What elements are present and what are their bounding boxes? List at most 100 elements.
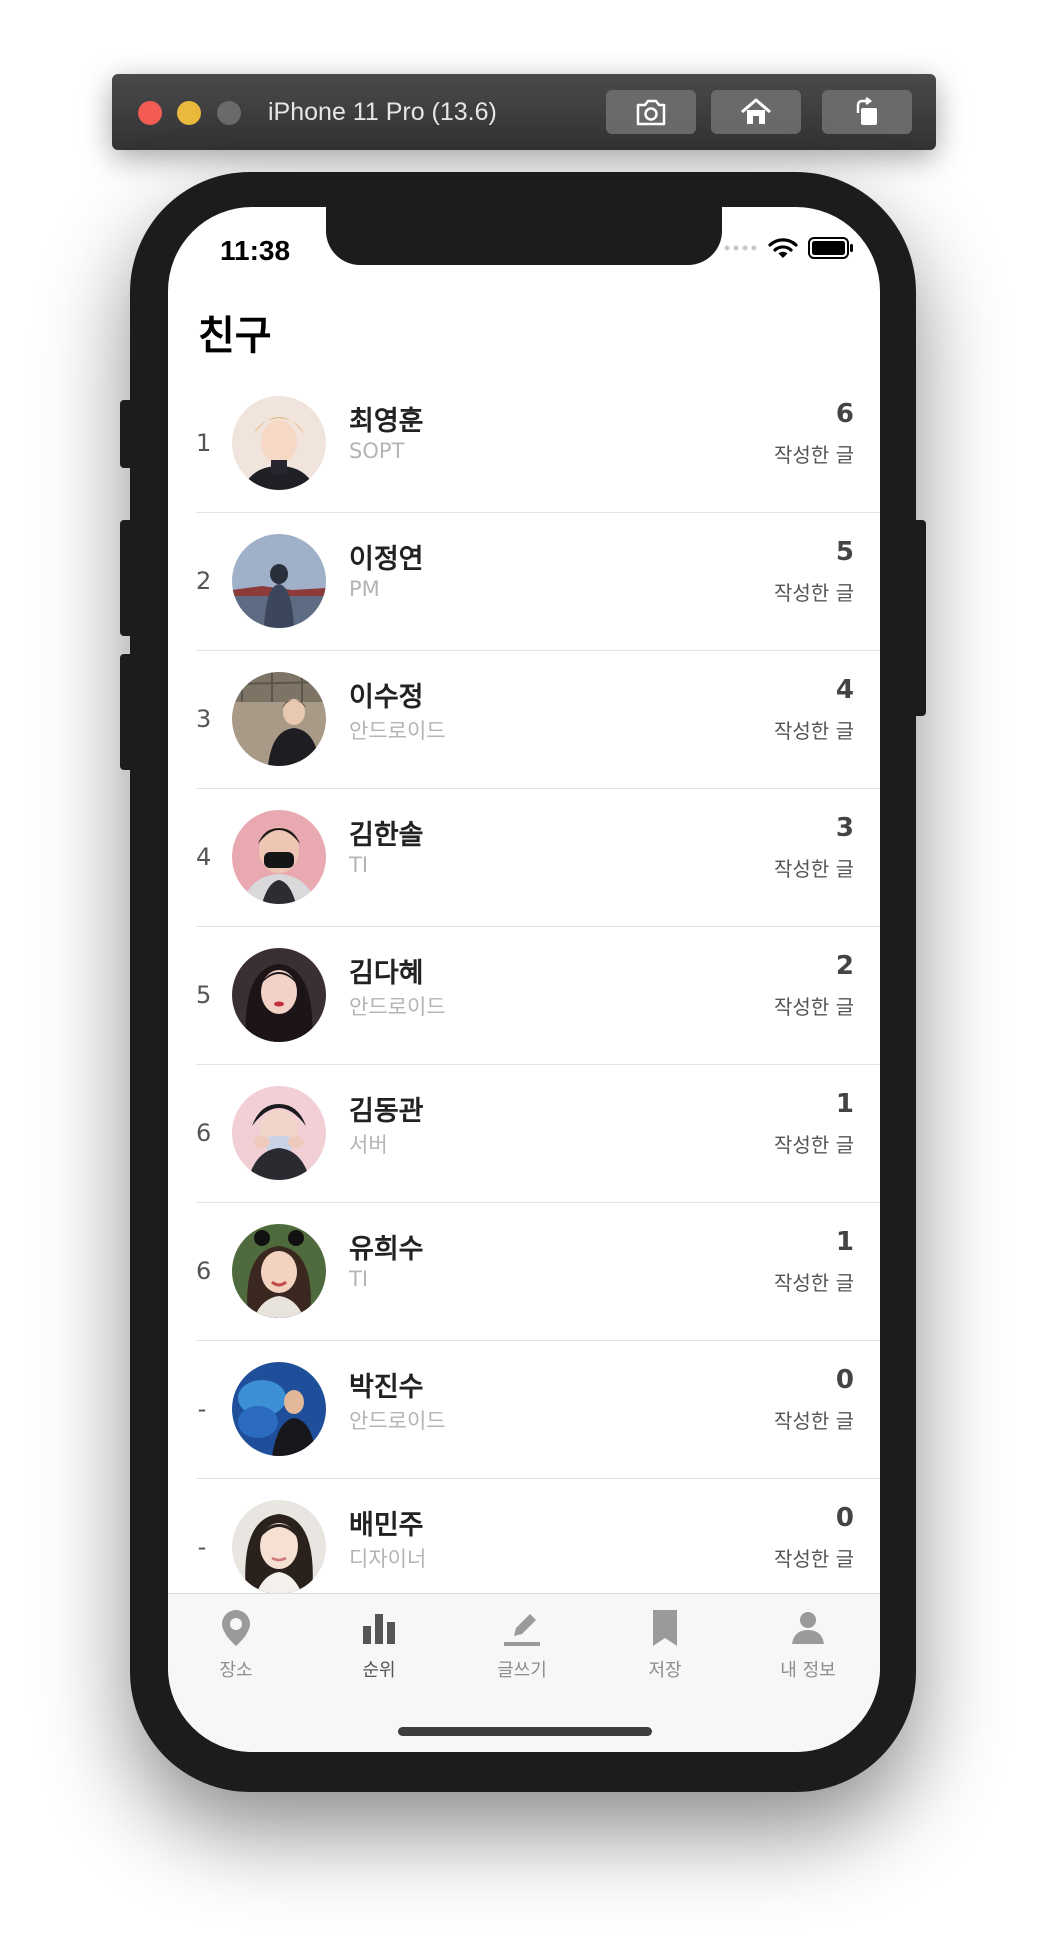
friend-dept: 디자이너 xyxy=(349,1547,427,1571)
avatar xyxy=(232,534,326,628)
friend-dept: 안드로이드 xyxy=(349,719,446,743)
post-count: 4 xyxy=(835,675,854,705)
friend-row[interactable]: 2 이정연 PM 5 작성한 글 xyxy=(196,513,880,651)
tab-ranking[interactable]: 순위 xyxy=(319,1608,439,1688)
close-window-button[interactable] xyxy=(138,101,162,125)
friend-name: 이정연 xyxy=(349,544,424,575)
cellular-signal-icon xyxy=(724,245,757,251)
camera-icon xyxy=(636,99,666,126)
friend-row[interactable]: 6 김동관 서버 1 작성한 글 xyxy=(196,1065,880,1203)
avatar xyxy=(232,1500,326,1594)
friend-name: 김동관 xyxy=(349,1096,424,1127)
post-count-label: 작성한 글 xyxy=(774,857,854,881)
screenshot-button[interactable] xyxy=(606,90,696,134)
avatar xyxy=(232,1224,326,1318)
post-count: 2 xyxy=(835,951,854,981)
friend-dept: TI xyxy=(349,853,369,877)
volume-down-button xyxy=(120,654,134,770)
friend-dept: 안드로이드 xyxy=(349,1409,446,1433)
pencil-icon xyxy=(504,1614,540,1646)
home-icon xyxy=(741,98,771,124)
friend-dept: 안드로이드 xyxy=(349,995,446,1019)
post-count: 1 xyxy=(835,1089,854,1119)
simulator-title-bar: iPhone 11 Pro (13.6) xyxy=(112,74,936,150)
zoom-window-button[interactable] xyxy=(217,101,241,125)
friend-name: 최영훈 xyxy=(349,406,424,437)
tab-place[interactable]: 장소 xyxy=(176,1608,296,1688)
rank-number: 3 xyxy=(196,705,212,733)
wifi-icon xyxy=(768,238,798,258)
page-title: 친구 xyxy=(198,313,272,359)
rotate-icon xyxy=(856,97,877,125)
post-count-label: 작성한 글 xyxy=(774,1547,854,1571)
post-count-label: 작성한 글 xyxy=(774,995,854,1019)
rank-number: 4 xyxy=(196,843,212,871)
post-count: 1 xyxy=(835,1227,854,1257)
tab-label: 순위 xyxy=(362,1660,396,1681)
minimize-window-button[interactable] xyxy=(177,101,201,125)
friend-name: 김한솔 xyxy=(349,820,424,851)
post-count-label: 작성한 글 xyxy=(774,719,854,743)
mute-switch xyxy=(120,400,134,468)
friend-dept: TI xyxy=(349,1267,369,1291)
post-count-label: 작성한 글 xyxy=(774,581,854,605)
status-icons xyxy=(724,237,854,259)
simulator-title: iPhone 11 Pro (13.6) xyxy=(268,98,497,126)
tab-saved[interactable]: 저장 xyxy=(605,1608,725,1688)
status-time: 11:38 xyxy=(220,235,291,266)
friend-row[interactable]: - 박진수 안드로이드 0 작성한 글 xyxy=(196,1341,880,1479)
volume-up-button xyxy=(120,520,134,636)
post-count: 3 xyxy=(835,813,854,843)
avatar xyxy=(232,810,326,904)
rank-number: 5 xyxy=(196,981,212,1009)
friend-row[interactable]: 4 김한솔 TI 3 작성한 글 xyxy=(196,789,880,927)
tab-write[interactable]: 글쓰기 xyxy=(462,1608,582,1688)
friend-name: 이수정 xyxy=(349,682,424,713)
tab-label: 내 정보 xyxy=(780,1660,836,1681)
friend-name: 박진수 xyxy=(349,1372,424,1403)
avatar xyxy=(232,672,326,766)
post-count-label: 작성한 글 xyxy=(774,1409,854,1433)
avatar xyxy=(232,1362,326,1456)
rank-number: 1 xyxy=(196,429,212,457)
friend-dept: SOPT xyxy=(349,439,405,463)
friend-row[interactable]: 5 김다혜 안드로이드 2 작성한 글 xyxy=(196,927,880,1065)
person-icon xyxy=(792,1612,824,1644)
post-count: 0 xyxy=(835,1365,854,1395)
post-count-label: 작성한 글 xyxy=(774,443,854,467)
power-button xyxy=(912,520,926,716)
rotate-button[interactable] xyxy=(822,90,912,134)
friend-name: 유희수 xyxy=(349,1234,424,1265)
friend-ranking-list: 1 최영훈 SOPT 6 작성한 글 2 이정연 PM 5 작성한 글 3 이수… xyxy=(168,375,880,1616)
post-count: 6 xyxy=(835,399,854,429)
home-button[interactable] xyxy=(711,90,801,134)
post-count: 0 xyxy=(835,1503,854,1533)
place-pin-icon xyxy=(222,1610,250,1646)
avatar xyxy=(232,396,326,490)
rank-number: 6 xyxy=(196,1119,212,1147)
rank-number: 2 xyxy=(196,567,212,595)
notch xyxy=(326,207,722,265)
friend-name: 배민주 xyxy=(349,1510,424,1541)
phone-screen: 11:38 친구 1 최영훈 SOPT 6 작성한 글 2 이정연 PM 5 작… xyxy=(168,207,880,1752)
tab-my-info[interactable]: 내 정보 xyxy=(748,1608,868,1688)
home-indicator xyxy=(398,1727,652,1736)
tab-label: 장소 xyxy=(219,1660,253,1681)
bookmark-icon xyxy=(653,1610,677,1646)
friend-row[interactable]: 1 최영훈 SOPT 6 작성한 글 xyxy=(196,375,880,513)
avatar xyxy=(232,948,326,1042)
tab-label: 글쓰기 xyxy=(497,1660,547,1681)
post-count-label: 작성한 글 xyxy=(774,1133,854,1157)
bar-chart-icon xyxy=(363,1614,395,1644)
post-count: 5 xyxy=(835,537,854,567)
friend-row[interactable]: 6 유희수 TI 1 작성한 글 xyxy=(196,1203,880,1341)
friend-dept: 서버 xyxy=(349,1133,388,1157)
battery-icon xyxy=(808,237,853,259)
post-count-label: 작성한 글 xyxy=(774,1271,854,1295)
avatar xyxy=(232,1086,326,1180)
rank-number: - xyxy=(197,1395,207,1423)
friend-dept: PM xyxy=(349,577,380,601)
friend-row[interactable]: 3 이수정 안드로이드 4 작성한 글 xyxy=(196,651,880,789)
rank-number: 6 xyxy=(196,1257,212,1285)
friend-name: 김다혜 xyxy=(349,958,424,989)
